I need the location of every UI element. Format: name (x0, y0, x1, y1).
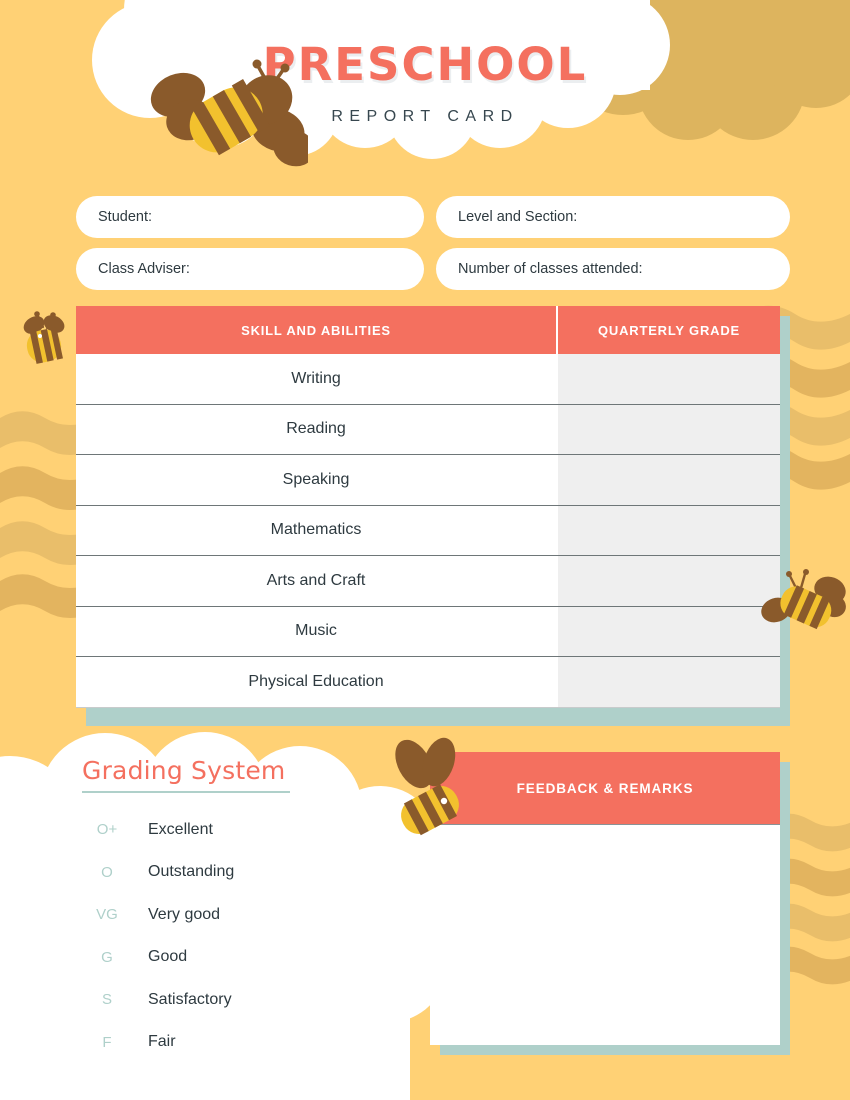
skills-table: SKILL AND ABILITIES QUARTERLY GRADE Writ… (76, 306, 780, 708)
feedback-panel: FEEDBACK & REMARKS (430, 752, 780, 1045)
grade-input-cell[interactable] (558, 455, 780, 505)
list-item: F Fair (82, 1021, 382, 1064)
feedback-textarea[interactable] (430, 824, 780, 1045)
skill-label: Writing (76, 354, 556, 404)
table-row: Mathematics (76, 505, 780, 556)
student-field-label: Student: (98, 209, 153, 225)
feedback-section: FEEDBACK & REMARKS (430, 752, 790, 1055)
table-row: Speaking (76, 455, 780, 506)
bee-header-icon (150, 59, 308, 167)
skill-label: Mathematics (76, 505, 556, 555)
bee-left-margin-icon (23, 311, 65, 364)
grade-label: Fair (148, 1033, 176, 1051)
page-subtitle: REPORT CARD (331, 108, 519, 125)
list-item: O+ Excellent (82, 809, 382, 852)
list-item: S Satisfactory (82, 979, 382, 1022)
page-title: PRESCHOOL (262, 38, 588, 91)
grade-code: S (101, 991, 112, 1009)
list-item: VG Very good (82, 894, 382, 937)
class-adviser-field[interactable]: Class Adviser: (76, 248, 424, 290)
student-field[interactable]: Student: (76, 196, 424, 238)
skill-label: Arts and Craft (76, 556, 556, 606)
grade-code: O (101, 863, 113, 881)
header-skill-and-abilities: SKILL AND ABILITIES (76, 306, 556, 354)
skill-label: Reading (76, 404, 556, 454)
grade-input-cell[interactable] (558, 606, 780, 656)
grade-label: Good (148, 948, 188, 966)
grading-system-section: Grading System O+ Excellent O Outstandin… (82, 756, 382, 1064)
grade-code: O+ (96, 821, 118, 839)
skills-table-container: SKILL AND ABILITIES QUARTERLY GRADE Writ… (76, 306, 790, 726)
feedback-heading: FEEDBACK & REMARKS (430, 752, 780, 824)
grade-label: Excellent (148, 820, 213, 838)
list-item: O Outstanding (82, 851, 382, 894)
skill-label: Music (76, 606, 556, 656)
class-adviser-field-label: Class Adviser: (98, 261, 190, 277)
skills-table-header-row: SKILL AND ABILITIES QUARTERLY GRADE (76, 306, 780, 354)
bee-feedback-top-icon (395, 737, 459, 836)
grade-input-cell[interactable] (558, 556, 780, 606)
grade-code: F (102, 1033, 112, 1051)
level-section-field-label: Level and Section: (458, 209, 578, 225)
grading-system-title: Grading System (82, 756, 286, 785)
bee-table-right-icon (761, 569, 846, 630)
grade-label: Very good (148, 905, 221, 923)
level-section-field[interactable]: Level and Section: (436, 196, 790, 238)
table-row: Arts and Craft (76, 556, 780, 607)
report-card-page: PRESCHOOL REPORT CARD Student: Level and (0, 0, 850, 1100)
list-item: G Good (82, 936, 382, 979)
classes-attended-field-label: Number of classes attended: (458, 261, 643, 277)
grade-input-cell[interactable] (558, 404, 780, 454)
header-quarterly-grade: QUARTERLY GRADE (558, 306, 780, 354)
grading-system-divider (82, 791, 290, 793)
grade-label: Satisfactory (148, 990, 232, 1008)
table-row: Reading (76, 404, 780, 455)
grade-code: VG (96, 906, 118, 924)
grade-label: Outstanding (148, 863, 235, 881)
classes-attended-field[interactable]: Number of classes attended: (436, 248, 790, 290)
skill-label: Physical Education (76, 657, 556, 707)
grade-input-cell[interactable] (558, 354, 780, 404)
table-row: Music (76, 606, 780, 657)
table-row: Physical Education (76, 657, 780, 708)
grade-input-cell[interactable] (558, 657, 780, 707)
table-row: Writing (76, 354, 780, 405)
skill-label: Speaking (76, 455, 556, 505)
grade-code: G (101, 948, 113, 966)
grade-input-cell[interactable] (558, 505, 780, 555)
page-header: PRESCHOOL REPORT CARD (0, 0, 850, 185)
